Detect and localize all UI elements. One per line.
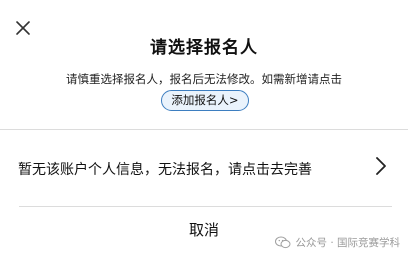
info-message: 暂无该账户个人信息，无法报名，请点击去完善 [18, 162, 312, 178]
dialog-title: 请选择报名人 [150, 38, 258, 58]
add-registrant-button[interactable]: 添加报名人> [161, 90, 249, 111]
chevron-right-icon [375, 156, 387, 176]
divider [19, 206, 392, 207]
wechat-icon [275, 236, 291, 249]
watermark-text: 公众号 · 国际竞赛学科 [295, 237, 400, 249]
watermark: 公众号 · 国际竞赛学科 [275, 235, 400, 250]
complete-profile-row[interactable]: 暂无该账户个人信息，无法报名，请点击去完善 [0, 130, 408, 206]
cancel-button[interactable]: 取消 [150, 215, 258, 245]
dialog-hint: 请慎重选择报名人，报名后无法修改。如需新增请点击 [66, 72, 342, 86]
